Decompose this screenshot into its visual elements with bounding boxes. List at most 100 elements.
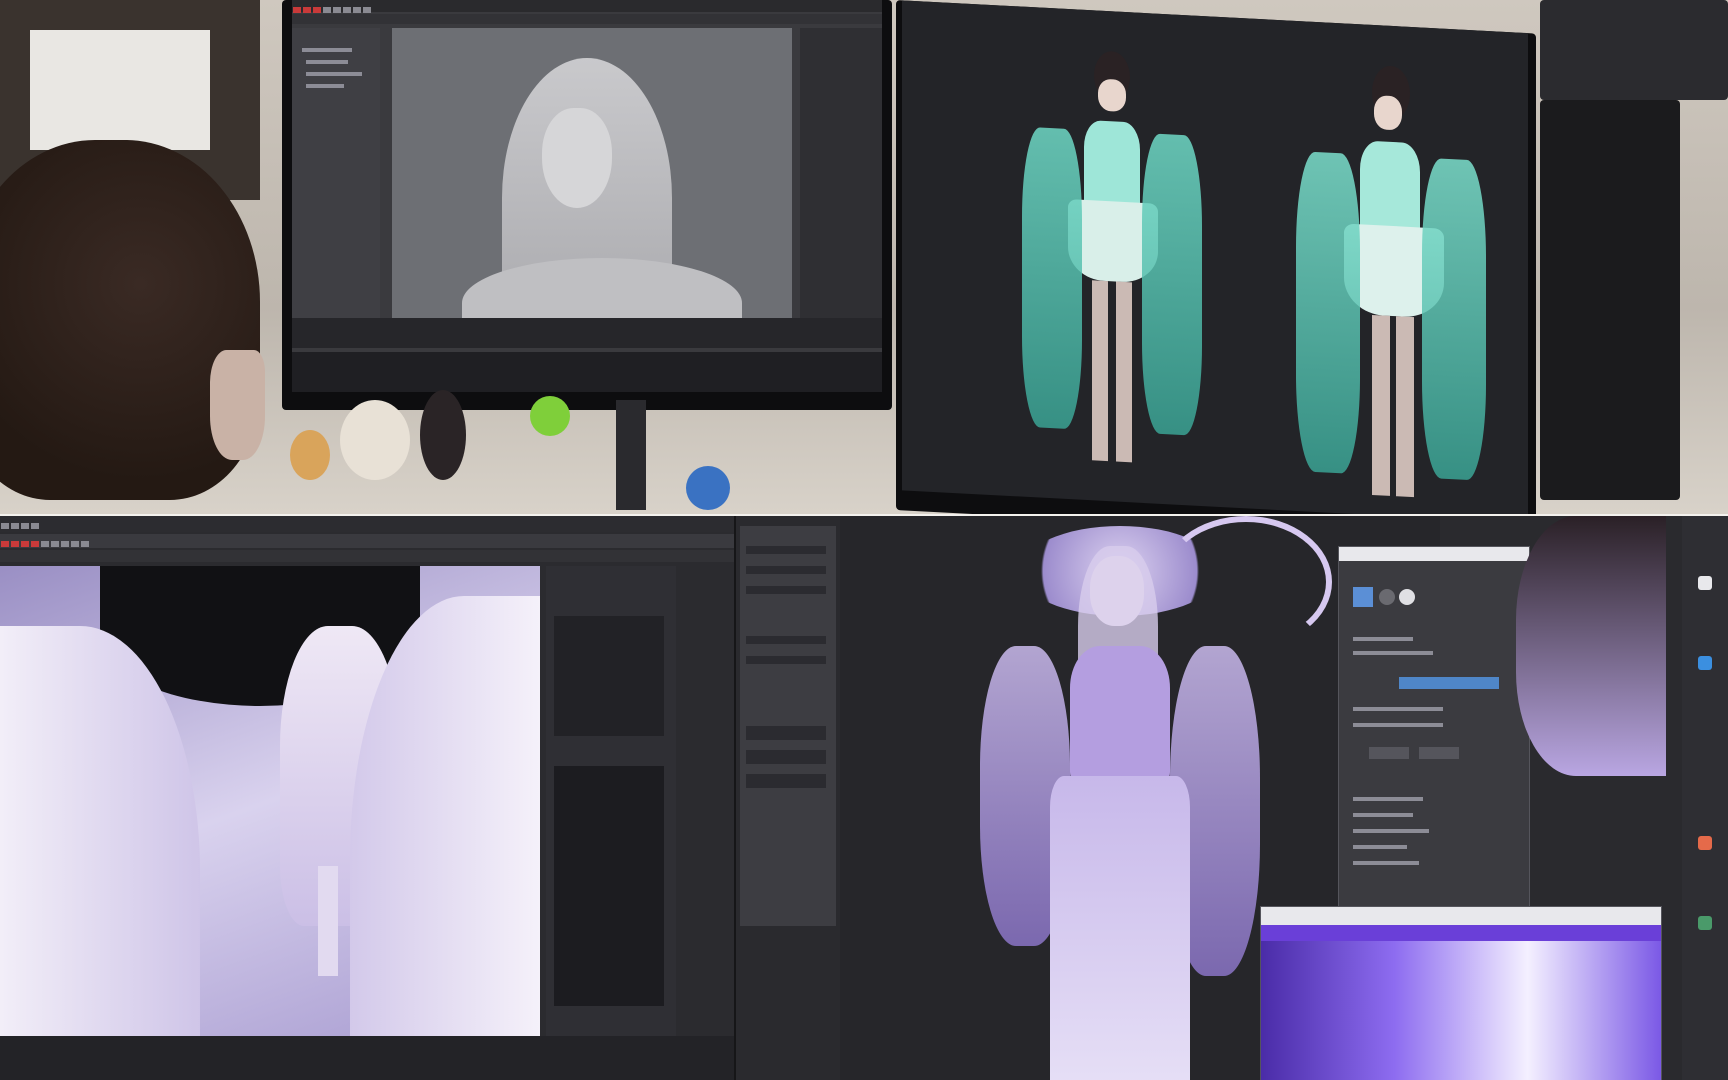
outliner-row[interactable] [306,60,348,64]
background-monitor [1540,0,1728,100]
tool-icon[interactable] [333,7,341,13]
timeline-bar[interactable] [0,1036,734,1080]
tool-icon[interactable] [323,7,331,13]
sculpt-face [542,108,612,208]
toolbar-row [292,14,882,24]
tool-icon[interactable] [293,7,301,13]
option-row[interactable] [1353,707,1443,711]
tool-icon[interactable] [363,7,371,13]
tool-icon[interactable] [343,7,351,13]
sphere-icon[interactable] [1379,589,1395,605]
top-photo-panel [0,0,1728,514]
shelf-icon[interactable] [71,541,79,547]
monitor-stand [616,400,646,510]
texture-window[interactable] [1260,906,1662,1080]
taskbar [292,352,882,392]
setting-field[interactable] [746,750,826,764]
checkbox-row[interactable] [1353,861,1419,865]
shelf-icon[interactable] [11,541,19,547]
right-leg [1116,281,1132,463]
render-icon[interactable] [1698,656,1712,670]
right-monitor [896,0,1536,514]
setting-field[interactable] [746,774,826,788]
shelf-icon[interactable] [81,541,89,547]
heel-stiletto [318,866,338,976]
checkbox-row[interactable] [1353,845,1407,849]
setting-field[interactable] [746,636,826,644]
outliner-row[interactable] [306,72,362,76]
left-leg [1092,280,1108,462]
option-row[interactable] [1353,651,1433,655]
texture-titlebar[interactable] [1261,907,1661,925]
shelf-icon[interactable] [1,541,9,547]
setting-field[interactable] [746,566,826,574]
bodice [1084,119,1140,213]
sphere-icon[interactable] [1399,589,1415,605]
floral-branch [1160,516,1332,648]
dialog-button[interactable] [1369,747,1409,759]
right-leg [1396,316,1414,498]
channel-field[interactable] [554,616,664,736]
shelf-icon[interactable] [61,541,69,547]
setting-field[interactable] [746,656,826,664]
tool-icon[interactable] [21,523,29,529]
tool-icon[interactable] [313,7,321,13]
dialog-button[interactable] [1419,747,1459,759]
value-slider[interactable] [1399,677,1499,689]
option-row[interactable] [1353,723,1443,727]
pc-tower [1540,100,1680,500]
dialog-titlebar[interactable] [1339,547,1529,561]
character-teal-front [1012,46,1212,476]
setting-field[interactable] [746,546,826,554]
menu-bar [292,0,882,13]
tool-icon[interactable] [11,523,19,529]
settings-dialog[interactable] [1338,546,1530,908]
figurine-cat [340,400,410,480]
menu-bar [0,516,734,532]
figurine-green-eye [530,396,570,436]
texture-preview [1261,941,1661,1080]
setting-field[interactable] [746,586,826,594]
timeline-bar[interactable] [292,318,882,348]
outliner-row[interactable] [306,84,344,88]
3d-viewport-sculpt[interactable] [392,28,792,348]
outliner-row[interactable] [302,48,352,52]
shelf-icon[interactable] [41,541,49,547]
shelf-icon[interactable] [21,541,29,547]
bodice [1070,646,1170,786]
tool-icon[interactable] [31,523,39,529]
character-teal-angled [1282,60,1502,512]
maya-icon[interactable] [1698,576,1712,590]
attribute-panel[interactable] [800,28,882,318]
tool-icon[interactable] [353,7,361,13]
app-dock [1682,516,1728,1080]
left-sleeve [1022,126,1082,430]
tool-icon[interactable] [1,523,9,529]
option-row[interactable] [1353,637,1413,641]
outliner-panel[interactable] [292,28,380,318]
setting-field[interactable] [746,726,826,740]
shelf-icon[interactable] [31,541,39,547]
figurine-blue-robot [686,466,730,510]
color-swatch[interactable] [1353,587,1373,607]
tool-settings-panel[interactable] [740,526,836,926]
layer-panel[interactable] [554,766,664,1006]
shelf-icon[interactable] [51,541,59,547]
left-monitor-screen [292,0,882,392]
3d-viewport-shoe[interactable] [0,566,540,1036]
channel-box-panel[interactable] [546,566,676,1036]
left-leg [1372,314,1390,496]
person-face-mask [210,350,265,460]
checkbox-row[interactable] [1353,797,1423,801]
folder-icon[interactable] [1698,916,1712,930]
checkbox-row[interactable] [1353,813,1413,817]
wall-papers [30,30,210,150]
left-monitor [282,0,892,410]
tool-icon[interactable] [303,7,311,13]
bottom-left-screen-panel [0,516,734,1080]
face [1098,78,1126,113]
browser-icon[interactable] [1698,836,1712,850]
checkbox-row[interactable] [1353,829,1429,833]
right-sleeve [1142,132,1202,437]
figurine-yellow [290,430,330,480]
